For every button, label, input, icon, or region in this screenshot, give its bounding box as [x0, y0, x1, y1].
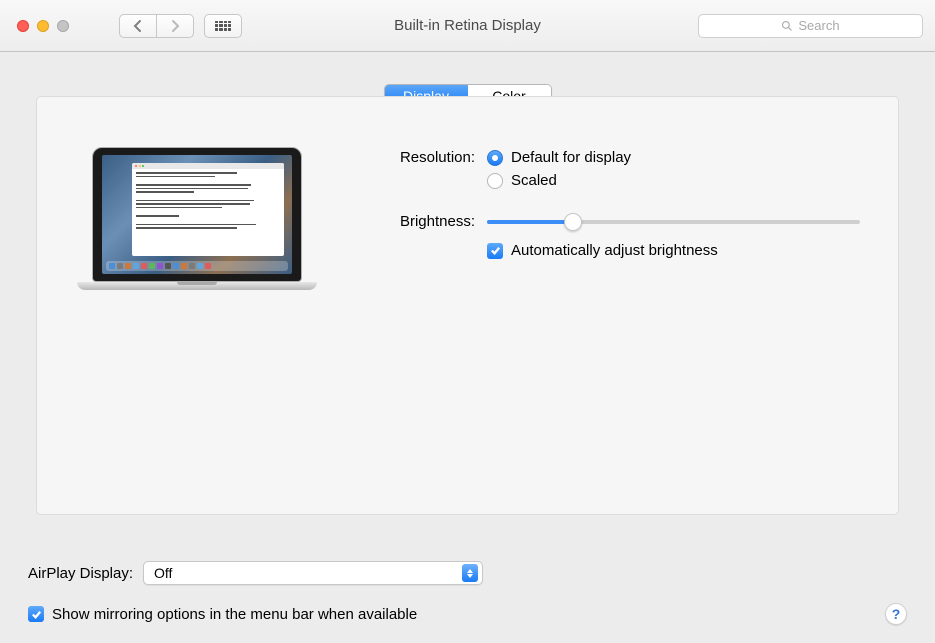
minimize-button[interactable]: [37, 20, 49, 32]
settings-panel: Resolution: Default for display Scaled: [36, 96, 899, 515]
radio-on-icon: [487, 150, 503, 166]
zoom-button: [57, 20, 69, 32]
chevron-right-icon: [170, 19, 180, 33]
nav-buttons: [119, 14, 194, 38]
content-area: Display Color: [0, 52, 935, 643]
search-icon: [781, 20, 793, 32]
resolution-scaled-radio[interactable]: Scaled: [487, 172, 868, 189]
auto-brightness-checkbox[interactable]: Automatically adjust brightness: [487, 242, 868, 259]
search-input[interactable]: Search: [698, 14, 923, 38]
radio-default-label: Default for display: [511, 149, 631, 166]
close-button[interactable]: [17, 20, 29, 32]
forward-button[interactable]: [156, 14, 194, 38]
grid-icon: [215, 21, 231, 31]
resolution-default-radio[interactable]: Default for display: [487, 149, 868, 166]
radio-scaled-label: Scaled: [511, 172, 557, 189]
checkbox-on-icon: [28, 606, 44, 622]
macbook-icon: [77, 147, 317, 290]
bottom-controls: AirPlay Display: Off Show mirroring opti…: [28, 561, 907, 625]
dropdown-arrows-icon: [462, 564, 478, 582]
auto-brightness-label: Automatically adjust brightness: [511, 242, 718, 259]
radio-off-icon: [487, 173, 503, 189]
window-controls: [17, 20, 69, 32]
titlebar: Built-in Retina Display Search: [0, 0, 935, 52]
settings-column: Resolution: Default for display Scaled: [327, 121, 868, 290]
chevron-left-icon: [133, 19, 143, 33]
checkbox-on-icon: [487, 243, 503, 259]
airplay-label: AirPlay Display:: [28, 565, 133, 582]
airplay-value: Off: [154, 565, 172, 581]
prefs-window: Built-in Retina Display Search Display C…: [0, 0, 935, 643]
brightness-label: Brightness:: [357, 213, 487, 230]
airplay-dropdown[interactable]: Off: [143, 561, 483, 585]
resolution-label: Resolution:: [357, 149, 487, 195]
mirroring-label: Show mirroring options in the menu bar w…: [52, 606, 417, 623]
show-all-button[interactable]: [204, 14, 242, 38]
brightness-slider[interactable]: [487, 220, 860, 224]
mirroring-checkbox[interactable]: Show mirroring options in the menu bar w…: [28, 606, 417, 623]
back-button[interactable]: [119, 14, 157, 38]
device-preview: [67, 121, 327, 290]
search-placeholder: Search: [798, 18, 839, 33]
help-button[interactable]: ?: [885, 603, 907, 625]
